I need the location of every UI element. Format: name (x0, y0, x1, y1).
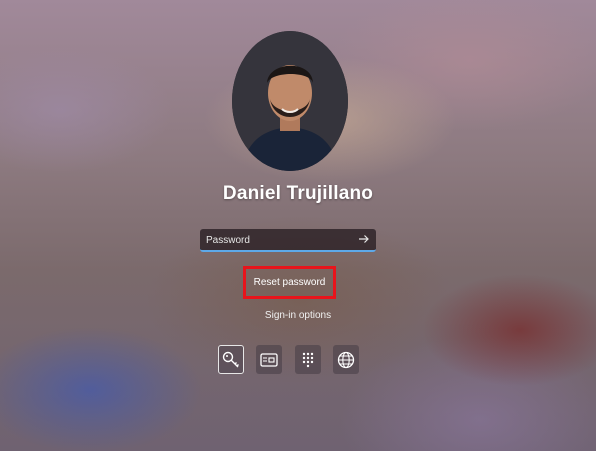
user-photo (232, 31, 348, 171)
reset-password-label: Reset password (253, 277, 326, 288)
sign-in-options-link[interactable]: Sign-in options (0, 310, 596, 321)
submit-arrow-icon[interactable] (357, 232, 371, 246)
pin-option-button[interactable] (295, 345, 321, 374)
smart-card-icon (260, 352, 278, 367)
web-sign-in-option-button[interactable] (333, 345, 359, 374)
key-icon (222, 351, 239, 367)
globe-icon (337, 351, 355, 368)
reset-password-link[interactable]: Reset password (243, 266, 336, 299)
key-option-button[interactable] (218, 345, 244, 374)
avatar (232, 31, 348, 171)
password-input[interactable] (206, 231, 346, 249)
user-name: Daniel Trujillano (222, 183, 374, 204)
password-field[interactable] (200, 229, 376, 252)
pin-keypad-icon (302, 352, 314, 367)
smart-card-option-button[interactable] (256, 345, 282, 374)
